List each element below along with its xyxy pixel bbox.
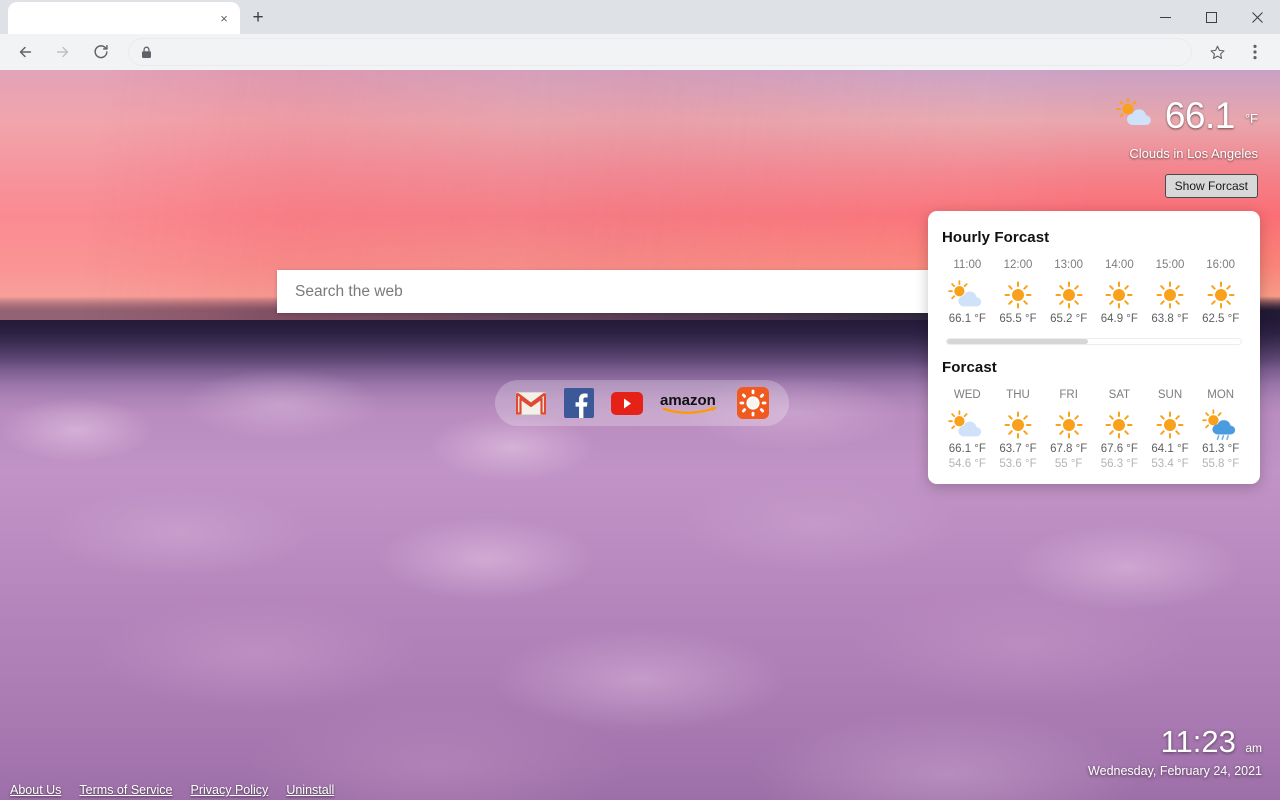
address-bar[interactable] bbox=[128, 38, 1192, 66]
hourly-icon-row bbox=[942, 271, 1246, 313]
browser-toolbar bbox=[0, 34, 1280, 70]
daily-high: 67.6 °F bbox=[1100, 443, 1138, 455]
shortcut-extension[interactable] bbox=[736, 386, 770, 420]
svg-text:amazon: amazon bbox=[660, 392, 716, 409]
new-tab-button[interactable]: + bbox=[244, 4, 272, 32]
daily-day: FRI bbox=[1059, 389, 1078, 401]
footer-link-uninstall[interactable]: Uninstall bbox=[286, 783, 334, 797]
sun-behind-rain-cloud-icon bbox=[1195, 401, 1246, 443]
hourly-temp: 66.1 °F bbox=[948, 313, 986, 325]
daily-day: SAT bbox=[1108, 389, 1131, 401]
shortcut-gmail[interactable] bbox=[514, 386, 548, 420]
window-controls bbox=[1142, 0, 1280, 34]
hourly-time: 11:00 bbox=[953, 259, 982, 271]
daily-high: 61.3 °F bbox=[1202, 443, 1240, 455]
lock-icon bbox=[141, 46, 152, 59]
weather-current: 66.1 °F bbox=[928, 97, 1258, 134]
daily-high: 67.8 °F bbox=[1050, 443, 1088, 455]
sun-icon bbox=[1145, 271, 1196, 313]
daily-low: 53.6 °F bbox=[999, 458, 1037, 470]
hourly-time: 12:00 bbox=[1003, 259, 1033, 271]
sun-icon bbox=[1043, 271, 1094, 313]
sun-icon bbox=[993, 401, 1044, 443]
hourly-time: 13:00 bbox=[1054, 259, 1084, 271]
clock-ampm: am bbox=[1245, 741, 1262, 755]
shortcut-dock: amazon bbox=[495, 380, 789, 426]
daily-high: 64.1 °F bbox=[1151, 443, 1189, 455]
footer-link-about-us[interactable]: About Us bbox=[10, 783, 61, 797]
sun-behind-cloud-icon bbox=[942, 401, 993, 443]
hourly-time: 16:00 bbox=[1206, 259, 1236, 271]
show-forecast-button[interactable]: Show Forcast bbox=[1164, 174, 1258, 198]
hourly-time: 14:00 bbox=[1104, 259, 1134, 271]
daily-day: SUN bbox=[1157, 389, 1183, 401]
sun-behind-cloud-icon bbox=[942, 271, 993, 313]
daily-low: 53.4 °F bbox=[1151, 458, 1189, 470]
daily-icon-row bbox=[942, 401, 1246, 443]
daily-low: 54.6 °F bbox=[948, 458, 986, 470]
maximize-icon[interactable] bbox=[1188, 0, 1234, 34]
star-icon[interactable] bbox=[1203, 38, 1231, 66]
daily-day: WED bbox=[953, 389, 981, 401]
daily-high: 63.7 °F bbox=[999, 443, 1037, 455]
daily-low: 55 °F bbox=[1054, 458, 1083, 470]
minimize-icon[interactable] bbox=[1142, 0, 1188, 34]
footer-links: About Us Terms of Service Privacy Policy… bbox=[10, 783, 334, 797]
tab-strip: × + bbox=[0, 0, 1280, 34]
weather-summary: 66.1 °F Clouds in Los Angeles Show Forca… bbox=[928, 97, 1258, 198]
hourly-temp: 65.2 °F bbox=[1050, 313, 1088, 325]
clock-widget: 11:23 am Wednesday, February 24, 2021 bbox=[1088, 726, 1262, 778]
sun-icon bbox=[1094, 271, 1145, 313]
search-input[interactable]: Search the web bbox=[277, 270, 929, 313]
hourly-time-row: 11:00 12:00 13:00 14:00 15:00 16:00 bbox=[942, 259, 1246, 271]
daily-day: THU bbox=[1006, 389, 1030, 401]
reload-icon[interactable] bbox=[87, 38, 115, 66]
sun-icon bbox=[1043, 401, 1094, 443]
new-tab-page: Search the web amazon 66.1 °F Clouds in … bbox=[0, 70, 1280, 800]
hourly-time: 15:00 bbox=[1155, 259, 1185, 271]
shortcut-amazon[interactable]: amazon bbox=[658, 386, 722, 420]
sun-icon bbox=[1145, 401, 1196, 443]
three-dot-menu-icon[interactable] bbox=[1241, 38, 1269, 66]
hourly-temp: 64.9 °F bbox=[1100, 313, 1138, 325]
footer-link-terms-of-service[interactable]: Terms of Service bbox=[79, 783, 172, 797]
daily-day: MON bbox=[1207, 389, 1235, 401]
forward-icon[interactable] bbox=[49, 38, 77, 66]
hourly-temp-row: 66.1 °F 65.5 °F 65.2 °F 64.9 °F 63.8 °F … bbox=[942, 313, 1246, 325]
forecast-panel: Hourly Forcast 11:00 12:00 13:00 14:00 1… bbox=[928, 211, 1260, 484]
panel-divider bbox=[942, 345, 1246, 359]
shortcut-facebook[interactable] bbox=[562, 386, 596, 420]
footer-link-privacy-policy[interactable]: Privacy Policy bbox=[191, 783, 269, 797]
clock-time: 11:23 bbox=[1160, 724, 1236, 759]
daily-low-row: 54.6 °F 53.6 °F 55 °F 56.3 °F 53.4 °F 55… bbox=[942, 455, 1246, 470]
daily-low: 55.8 °F bbox=[1202, 458, 1240, 470]
hourly-temp: 62.5 °F bbox=[1202, 313, 1240, 325]
hourly-temp: 63.8 °F bbox=[1151, 313, 1189, 325]
daily-high: 66.1 °F bbox=[948, 443, 986, 455]
browser-window: × + Search the web amazon 66.1 °F Clouds… bbox=[0, 0, 1280, 800]
sun-icon bbox=[993, 271, 1044, 313]
daily-high-row: 66.1 °F 63.7 °F 67.8 °F 67.6 °F 64.1 °F … bbox=[942, 443, 1246, 455]
close-icon[interactable]: × bbox=[216, 10, 232, 26]
daily-day-row: WED THU FRI SAT SUN MON bbox=[942, 389, 1246, 401]
sun-behind-cloud-icon bbox=[1115, 97, 1157, 134]
weather-unit: °F bbox=[1244, 111, 1258, 126]
shortcut-youtube[interactable] bbox=[610, 386, 644, 420]
search-placeholder: Search the web bbox=[295, 282, 403, 300]
weather-description: Clouds in Los Angeles bbox=[1129, 146, 1258, 161]
hourly-temp: 65.5 °F bbox=[999, 313, 1037, 325]
sun-icon bbox=[1195, 271, 1246, 313]
weather-temperature: 66.1 bbox=[1164, 95, 1236, 136]
back-icon[interactable] bbox=[11, 38, 39, 66]
browser-tab[interactable]: × bbox=[8, 2, 240, 34]
close-window-icon[interactable] bbox=[1234, 0, 1280, 34]
clock-date: Wednesday, February 24, 2021 bbox=[1088, 764, 1262, 778]
hourly-forecast-title: Hourly Forcast bbox=[942, 229, 1050, 246]
daily-forecast-title: Forcast bbox=[942, 359, 997, 376]
daily-low: 56.3 °F bbox=[1100, 458, 1138, 470]
hourly-scrollbar[interactable] bbox=[946, 338, 1242, 345]
sun-icon bbox=[1094, 401, 1145, 443]
hourly-scrollbar-thumb[interactable] bbox=[947, 339, 1089, 344]
